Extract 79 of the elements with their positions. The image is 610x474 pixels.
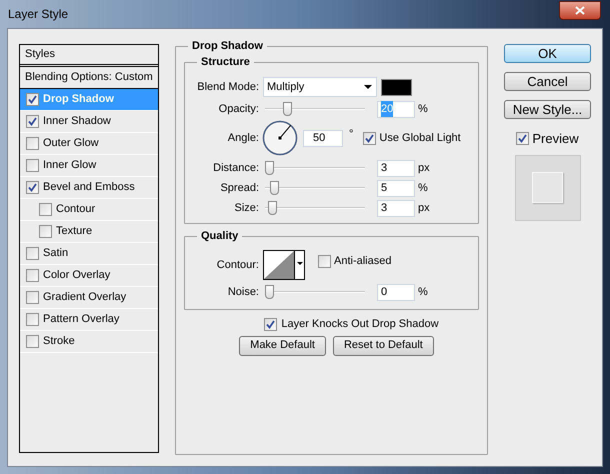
checkbox-label: Use Global Light	[379, 130, 461, 146]
styles-header: Styles	[20, 45, 158, 67]
field-label: Distance:	[212, 160, 259, 176]
unit-label: %	[418, 180, 428, 196]
style-list-item[interactable]: Color Overlay	[20, 265, 158, 287]
slider-thumb[interactable]	[283, 102, 292, 116]
unit-label: %	[418, 284, 428, 300]
checkbox[interactable]	[363, 132, 376, 144]
window-title: Layer Style	[8, 6, 68, 23]
checkbox[interactable]	[26, 247, 39, 260]
slider[interactable]	[265, 161, 365, 175]
style-list-item[interactable]: Gradient Overlay	[20, 287, 158, 309]
field-label: Size:	[234, 200, 259, 216]
caret-icon	[364, 85, 372, 89]
style-list-item[interactable]: Inner Shadow	[20, 111, 158, 133]
checkbox[interactable]	[26, 159, 39, 172]
checkbox[interactable]	[26, 115, 39, 128]
caret-icon	[296, 262, 302, 265]
slider[interactable]	[265, 285, 365, 299]
contour-picker[interactable]	[263, 250, 305, 280]
angle-dial[interactable]	[262, 120, 298, 156]
checkbox[interactable]	[318, 254, 331, 268]
style-list-item[interactable]: Pattern Overlay	[20, 309, 158, 331]
checkbox[interactable]	[26, 269, 39, 282]
checkbox-label: Layer Knocks Out Drop Shadow	[281, 317, 439, 332]
number-field[interactable]: 3	[377, 200, 415, 216]
angle-field[interactable]: 50	[303, 130, 343, 146]
unit-label: °	[349, 126, 354, 142]
style-list-item[interactable]: Texture	[20, 221, 158, 243]
close-icon	[575, 6, 585, 14]
style-list-item[interactable]: Inner Glow	[20, 155, 158, 177]
slider-thumb[interactable]	[270, 181, 279, 195]
checkbox-label: Anti-aliased	[334, 254, 392, 269]
color-swatch[interactable]	[381, 78, 412, 96]
checkbox-label: Preview	[532, 130, 579, 148]
unit-label: px	[418, 200, 430, 216]
dialog-button[interactable]: Cancel	[504, 72, 591, 91]
field-label: Opacity:	[218, 102, 259, 117]
unit-label: px	[418, 160, 430, 176]
dialog-button[interactable]: Make Default	[239, 336, 326, 356]
checkbox[interactable]	[26, 291, 39, 304]
group-title: Drop Shadow	[188, 39, 267, 53]
dialog-button[interactable]: Reset to Default	[332, 336, 434, 356]
slider[interactable]	[265, 102, 365, 116]
checkbox[interactable]	[264, 318, 278, 331]
unit-label: %	[418, 102, 428, 117]
checkbox[interactable]	[516, 132, 530, 146]
slider-thumb[interactable]	[268, 201, 277, 215]
style-list-item[interactable]: Satin	[20, 243, 158, 265]
dialog-button[interactable]: New Style...	[504, 100, 591, 119]
checkbox[interactable]	[39, 225, 52, 238]
checkbox[interactable]	[39, 203, 52, 216]
preview-thumbnail	[514, 154, 580, 220]
slider-thumb[interactable]	[265, 285, 274, 299]
blend-mode-dropdown[interactable]: Multiply	[263, 77, 377, 97]
slider-thumb[interactable]	[265, 161, 274, 175]
checkbox[interactable]	[26, 137, 39, 150]
style-list-item[interactable]: Stroke	[20, 331, 158, 353]
number-field[interactable]: 3	[377, 160, 415, 176]
field-label: Angle:	[226, 130, 259, 146]
slider[interactable]	[265, 181, 365, 195]
field-label: Contour:	[216, 258, 259, 273]
checkbox[interactable]	[26, 181, 39, 194]
style-list-item[interactable]: Bevel and Emboss	[20, 177, 158, 199]
style-list-item[interactable]: Outer Glow	[20, 133, 158, 155]
dialog-button[interactable]: OK	[504, 44, 591, 63]
contour-curve-icon	[264, 251, 294, 279]
checkbox[interactable]	[26, 335, 39, 348]
style-list-item[interactable]: Contour	[20, 199, 158, 221]
field-label: Blend Mode:	[196, 80, 259, 95]
number-field[interactable]: 0	[377, 284, 415, 300]
number-field[interactable]: 5	[377, 180, 415, 196]
close-button[interactable]	[559, 0, 601, 20]
checkbox[interactable]	[26, 93, 39, 106]
group-title: Quality	[197, 229, 242, 243]
field-label: Spread:	[219, 180, 259, 196]
slider[interactable]	[265, 201, 365, 215]
checkbox[interactable]	[26, 313, 39, 326]
field-label: Noise:	[226, 284, 259, 300]
